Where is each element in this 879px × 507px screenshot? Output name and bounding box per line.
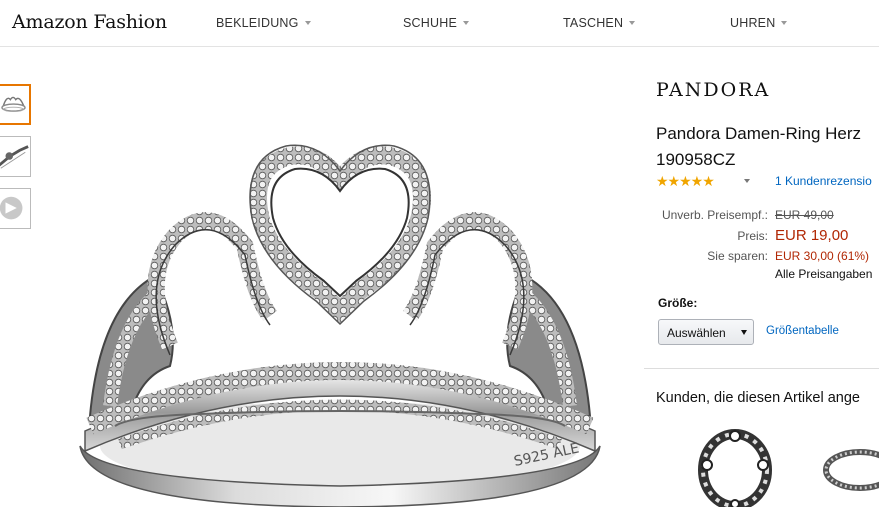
recommendation-item[interactable] (820, 440, 879, 507)
savings-value: EUR 30,00 (61%) (775, 249, 870, 263)
nav-label: UHREN (730, 16, 776, 30)
chevron-down-icon (304, 21, 311, 25)
nav-schuhe[interactable]: SCHUHE (403, 16, 469, 30)
list-price-value: EUR 49,00 (775, 208, 834, 222)
nav-label: SCHUHE (403, 16, 457, 30)
eye-charm-ring-icon (698, 429, 772, 507)
price-info-note: Alle Preisangaben (775, 267, 873, 281)
product-title-line2: 190958CZ (656, 150, 736, 169)
size-selected-value: Auswählen (667, 326, 726, 340)
thumbnail-video[interactable] (0, 188, 31, 229)
pandora-crown-ring-icon: S925 ALE (79, 144, 601, 507)
thumbnail-crown-ring[interactable] (0, 84, 31, 125)
nav-taschen[interactable]: TASCHEN (563, 16, 636, 30)
nav-label: BEKLEIDUNG (216, 16, 299, 30)
chevron-down-icon (629, 21, 636, 25)
nav-label: TASCHEN (563, 16, 624, 30)
chevron-down-icon (781, 21, 788, 25)
brand-logo[interactable]: PANDORA (656, 79, 770, 101)
size-chart-link[interactable]: Größentabelle (766, 325, 839, 337)
nav-uhren[interactable]: UHREN (730, 16, 788, 30)
main-product-image[interactable]: S925 ALE (60, 126, 620, 507)
review-count-link[interactable]: 1 Kundenrezensio (775, 174, 872, 188)
size-dropdown[interactable]: Auswählen (658, 319, 754, 345)
chevron-down-icon (741, 330, 747, 335)
ring-side-view-icon (0, 145, 29, 169)
crown-ring-thumbnail-icon (1, 96, 26, 113)
chevron-down-icon[interactable] (744, 179, 750, 183)
play-video-icon (0, 196, 23, 220)
product-title-line1: Pandora Damen-Ring Herz (656, 124, 862, 143)
product-title: Pandora Damen-Ring Herz 190958CZ (656, 121, 879, 173)
nav-bekleidung[interactable]: BEKLEIDUNG (216, 16, 311, 30)
recommendation-item[interactable] (695, 420, 775, 507)
thumbnail-ring-side[interactable] (0, 136, 31, 177)
beaded-ring-icon (823, 449, 879, 491)
rating-stars[interactable]: ★★★★★ (656, 173, 715, 190)
top-header: Amazon Fashion BEKLEIDUNG SCHUHE TASCHEN… (0, 0, 879, 47)
chevron-down-icon (462, 21, 469, 25)
also-viewed-heading: Kunden, die diesen Artikel ange (656, 390, 860, 406)
price-label: Preis: (737, 229, 768, 243)
amazon-fashion-logo[interactable]: Amazon Fashion (12, 11, 167, 33)
list-price-label: Unverb. Preisempf.: (661, 208, 768, 222)
price-value: EUR 19,00 (775, 227, 849, 244)
savings-label: Sie sparen: (707, 249, 768, 263)
section-divider (644, 368, 879, 369)
size-label: Größe: (658, 296, 698, 310)
